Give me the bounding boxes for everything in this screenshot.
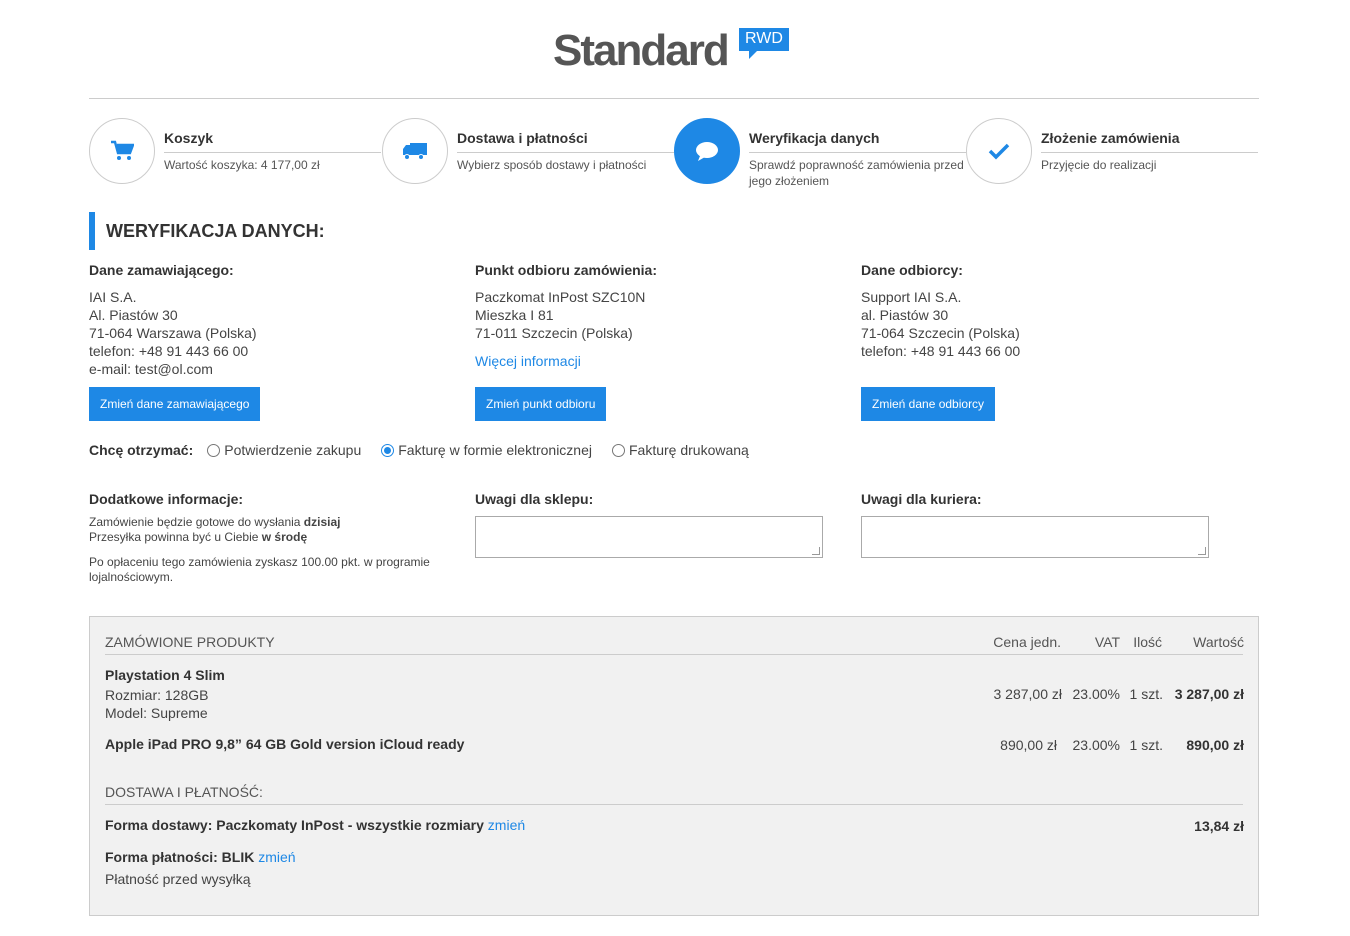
products-header: ZAMÓWIONE PRODUKTY <box>105 634 275 650</box>
payment-note: Płatność przed wysyłką <box>105 871 251 887</box>
address-line: al. Piastów 30 <box>861 307 949 323</box>
cart-icon <box>89 118 155 184</box>
courier-notes-textarea[interactable] <box>861 516 1209 558</box>
col-unit-price: Cena jedn. <box>993 634 1061 650</box>
product-value: 890,00 zł <box>1186 737 1244 753</box>
delivery-cost: 13,84 zł <box>1194 818 1244 834</box>
address-line: 71-064 Warszawa (Polska) <box>89 325 257 341</box>
product-vat: 23.00% <box>1072 686 1120 702</box>
step-title: Weryfikacja danych <box>749 130 880 146</box>
step-cart[interactable]: Koszyk Wartość koszyka: 4 177,00 zł <box>89 118 381 188</box>
change-payment-link[interactable]: zmień <box>258 849 295 865</box>
loyalty-points-text: Po opłaceniu tego zamówienia zyskasz 100… <box>89 555 430 584</box>
payment-method: Forma płatności: BLIK zmień <box>105 849 296 865</box>
additional-info-title: Dodatkowe informacje: <box>89 491 244 507</box>
step-title: Koszyk <box>164 130 214 146</box>
document-options: Chcę otrzymać: Potwierdzenie zakupu Fakt… <box>89 442 769 458</box>
logo-text: Standard <box>553 26 730 75</box>
step-title: Dostawa i płatności <box>457 130 588 146</box>
product-name[interactable]: Apple iPad PRO 9,8” 64 GB Gold version i… <box>105 736 464 752</box>
product-value: 3 287,00 zł <box>1174 686 1244 702</box>
order-summary: ZAMÓWIONE PRODUKTY Cena jedn. VAT Ilość … <box>89 616 1259 916</box>
col-vat: VAT <box>1094 634 1120 650</box>
product-attr: Rozmiar: 128GB <box>105 687 209 703</box>
step-desc: Wartość koszyka: 4 177,00 zł <box>164 158 320 172</box>
logo[interactable]: Standard RWD <box>553 26 803 86</box>
change-orderer-button[interactable]: Zmień dane zamawiającego <box>89 387 261 421</box>
header-divider <box>89 98 1259 99</box>
more-info-link[interactable]: Więcej informacji <box>475 352 581 370</box>
courier-notes-label: Uwagi dla kuriera: <box>861 491 982 507</box>
pickup-title: Punkt odbioru zamówienia: <box>475 262 658 278</box>
phone-line: telefon: +48 91 443 66 00 <box>861 343 1021 359</box>
delivery-header: DOSTAWA I PŁATNOŚĆ: <box>105 784 263 800</box>
orderer-details: Dane zamawiającego: IAI S.A. Al. Piastów… <box>89 262 449 378</box>
address-line: Al. Piastów 30 <box>89 307 178 323</box>
address-line: Mieszka I 81 <box>475 307 554 323</box>
section-title: WERYFIKACJA DANYCH: <box>89 212 325 250</box>
change-pickup-button[interactable]: Zmień punkt odbioru <box>475 387 607 421</box>
step-desc: Przyjęcie do realizacji <box>1041 158 1157 172</box>
email-line: e-mail: test@ol.com <box>89 361 213 377</box>
product-price: 890,00 zł <box>1000 737 1057 753</box>
shop-notes-textarea[interactable] <box>475 516 823 558</box>
product-qty: 1 szt. <box>1129 737 1163 753</box>
recipient-details: Dane odbiorcy: Support IAI S.A. al. Pias… <box>861 262 1221 360</box>
product-vat: 23.00% <box>1072 737 1120 753</box>
step-confirmation[interactable]: Złożenie zamówienia Przyjęcie do realiza… <box>966 118 1258 188</box>
col-quantity: Ilość <box>1133 634 1162 650</box>
step-desc: Wybierz sposób dostawy i płatności <box>457 158 647 172</box>
change-recipient-button[interactable]: Zmień dane odbiorcy <box>861 387 996 421</box>
address-line: Paczkomat InPost SZC10N <box>475 289 646 305</box>
pickup-point-details: Punkt odbioru zamówienia: Paczkomat InPo… <box>475 262 835 370</box>
logo-badge: RWD <box>739 28 789 59</box>
address-line: 71-064 Szczecin (Polska) <box>861 325 1020 341</box>
col-value: Wartość <box>1193 634 1244 650</box>
orderer-title: Dane zamawiającego: <box>89 262 234 278</box>
step-title: Złożenie zamówienia <box>1041 130 1180 146</box>
change-delivery-link[interactable]: zmień <box>488 817 525 833</box>
address-line: 71-011 Szczecin (Polska) <box>475 325 633 341</box>
step-desc: Sprawdź poprawność zamówienia przed jego… <box>749 158 964 188</box>
chat-bubble-icon <box>674 118 740 184</box>
product-price: 3 287,00 zł <box>993 686 1063 702</box>
address-line: IAI S.A. <box>89 289 137 305</box>
product-attr: Model: Supreme <box>105 705 208 721</box>
product-qty: 1 szt. <box>1129 686 1163 702</box>
step-verification[interactable]: Weryfikacja danych Sprawdź poprawność za… <box>674 118 966 188</box>
radio-electronic-invoice[interactable]: Fakturę w formie elektronicznej <box>381 442 592 458</box>
additional-info-text: Zamówienie będzie gotowe do wysłania dzi… <box>89 515 439 585</box>
truck-icon <box>382 118 448 184</box>
recipient-title: Dane odbiorcy: <box>861 262 963 278</box>
document-options-label: Chcę otrzymać: <box>89 442 194 458</box>
radio-printed-invoice[interactable]: Fakturę drukowaną <box>612 442 749 458</box>
delivery-method: Forma dostawy: Paczkomaty InPost - wszys… <box>105 817 526 833</box>
address-line: Support IAI S.A. <box>861 289 962 305</box>
product-name[interactable]: Playstation 4 Slim <box>105 667 225 683</box>
radio-purchase-confirmation[interactable]: Potwierdzenie zakupu <box>207 442 361 458</box>
step-delivery[interactable]: Dostawa i płatności Wybierz sposób dosta… <box>382 118 674 188</box>
checkmark-icon <box>966 118 1032 184</box>
phone-line: telefon: +48 91 443 66 00 <box>89 343 249 359</box>
shop-notes-label: Uwagi dla sklepu: <box>475 491 594 507</box>
